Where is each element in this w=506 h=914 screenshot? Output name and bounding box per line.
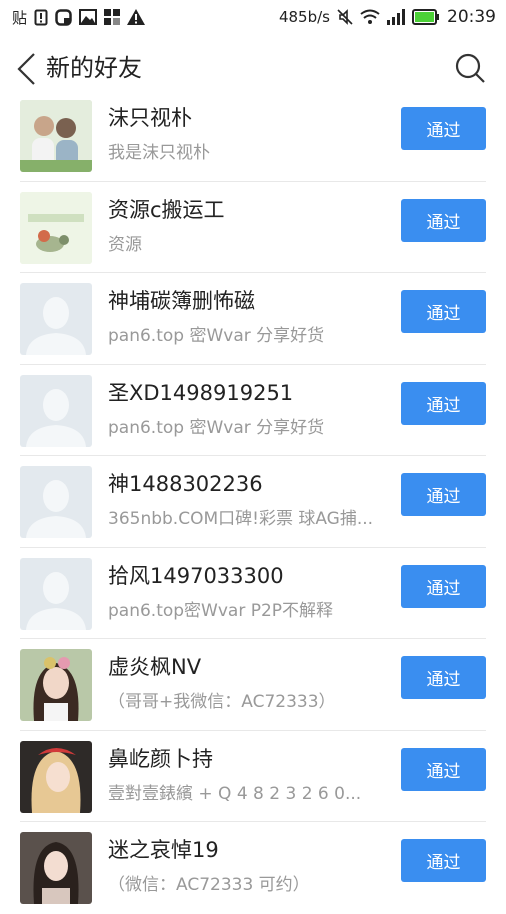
friend-name: 拾风1497033300 (108, 563, 284, 588)
approve-button[interactable]: 通过 (401, 381, 486, 425)
list-item[interactable]: 鼻屹颜卜持 壹對壹錶繽 + Q 4 8 2 3 2 6 0... 通过 (0, 731, 506, 822)
status-bar: 贴 485b/s 20:39 (0, 0, 506, 34)
avatar[interactable] (20, 283, 92, 355)
approve-button[interactable]: 通过 (401, 747, 486, 791)
avatar[interactable] (20, 466, 92, 538)
approve-button[interactable]: 通过 (401, 198, 486, 242)
approve-button[interactable]: 通过 (401, 564, 486, 608)
avatar-photo-icon (20, 100, 92, 172)
list-item[interactable]: 拾风1497033300 pan6.top密Wvar P2P不解释 通过 (0, 548, 506, 639)
avatar[interactable] (20, 374, 92, 447)
friend-note: 资源 (108, 234, 142, 255)
default-avatar-icon (20, 466, 92, 538)
list-item[interactable]: 沫只视朴 我是沫只视朴 通过 (0, 90, 506, 182)
friend-note: 365nbb.COM口碑!彩票 球AG捕... (108, 509, 374, 529)
friend-name: 神1488302236 (108, 472, 263, 496)
list-item[interactable]: 圣XD1498919251 pan6.top 密Wvar 分享好货 通过 (0, 365, 506, 456)
status-bar-left: 贴 (12, 7, 146, 28)
default-avatar-icon (20, 557, 92, 630)
friend-name: 虚炎枫NV (108, 655, 202, 679)
friend-name: 资源c搬运工 (108, 197, 225, 222)
approve-button[interactable]: 通过 (401, 473, 486, 516)
avatar[interactable] (20, 557, 92, 630)
friend-name: 鼻屹颜卜持 (108, 746, 213, 771)
list-item[interactable]: 神1488302236 365nbb.COM口碑!彩票 球AG捕... 通过 (0, 456, 506, 548)
mute-icon (337, 9, 353, 25)
warning-icon (127, 9, 146, 25)
notification-char: 贴 (12, 8, 28, 27)
friend-note: pan6.top 密Wvar 分享好货 (108, 417, 325, 438)
list-item[interactable]: 神埔碳簿删怖磁 pan6.top 密Wvar 分享好货 通过 (0, 273, 506, 365)
sim-alert-icon (34, 9, 48, 25)
signal-icon (387, 9, 405, 25)
friend-note: （哥哥+我微信：AC72333） (108, 692, 336, 712)
list-item[interactable]: 虚炎枫NV （哥哥+我微信：AC72333） 通过 (0, 639, 506, 731)
approve-button[interactable]: 通过 (401, 290, 486, 333)
avatar-photo-icon (20, 832, 92, 904)
list-item[interactable]: 资源c搬运工 资源 通过 (0, 182, 506, 273)
app-notification-icon (55, 8, 72, 26)
friend-request-list: 沫只视朴 我是沫只视朴 通过 资源c搬运工 资源 通过 神埔碳簿删怖磁 pan6… (0, 90, 506, 914)
avatar-cartoon-icon (20, 191, 92, 264)
default-avatar-icon (20, 374, 92, 447)
friend-note: 壹對壹錶繽 + Q 4 8 2 3 2 6 0... (108, 783, 362, 804)
friend-name: 沫只视朴 (108, 106, 192, 130)
friend-note: 我是沫只视朴 (108, 143, 210, 163)
avatar[interactable] (20, 191, 92, 264)
friend-note: pan6.top密Wvar P2P不解释 (108, 600, 334, 621)
approve-button[interactable]: 通过 (401, 107, 486, 150)
friend-name: 神埔碳簿删怖磁 (108, 289, 255, 313)
clock: 20:39 (447, 7, 496, 27)
avatar[interactable] (20, 649, 92, 721)
page-title: 新的好友 (46, 54, 142, 82)
friend-name: 圣XD1498919251 (108, 380, 294, 405)
avatar-photo-icon (20, 649, 92, 721)
approve-button[interactable]: 通过 (401, 839, 486, 882)
default-avatar-icon (20, 283, 92, 355)
back-button[interactable] (14, 52, 40, 86)
image-icon (79, 9, 98, 25)
approve-button[interactable]: 通过 (401, 656, 486, 699)
status-bar-right: 485b/s 20:39 (279, 7, 496, 27)
friend-note: （微信：AC72333 可约） (108, 875, 310, 895)
wifi-icon (360, 9, 380, 24)
friend-name: 迷之哀悼19 (108, 838, 219, 862)
search-icon[interactable] (454, 52, 486, 84)
friend-note: pan6.top 密Wvar 分享好货 (108, 326, 325, 346)
avatar-photo-icon (20, 740, 92, 813)
avatar[interactable] (20, 100, 92, 172)
grid-app-icon (104, 9, 121, 25)
avatar[interactable] (20, 740, 92, 813)
battery-icon (412, 9, 439, 25)
network-speed: 485b/s (278, 8, 330, 26)
avatar[interactable] (20, 832, 92, 904)
